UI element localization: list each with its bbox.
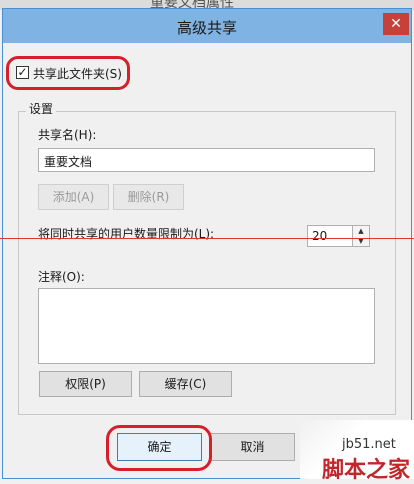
annotation-line (0, 238, 414, 239)
user-limit-spinner[interactable]: ▲ ▼ (352, 225, 370, 247)
annotation-oval-ok (106, 425, 212, 471)
close-icon: ✕ (390, 16, 402, 32)
comment-textarea[interactable] (38, 288, 375, 364)
watermark-site: jb51.net (342, 437, 396, 452)
share-name-value: 重要文档 (44, 155, 93, 169)
watermark-brand: 脚本之家 (322, 458, 411, 483)
user-limit-label: 将同时共享的用户数量限制为(L): (38, 227, 215, 241)
add-button[interactable]: 添加(A) (38, 184, 109, 210)
remove-button[interactable]: 删除(R) (113, 184, 184, 210)
share-name-input[interactable]: 重要文档 (38, 148, 375, 172)
permissions-button[interactable]: 权限(P) (39, 371, 132, 397)
dialog-titlebar: 高级共享 ✕ (3, 9, 411, 43)
dialog-title: 高级共享 (176, 19, 237, 37)
settings-legend: 设置 (26, 100, 57, 117)
user-limit-input[interactable]: 20 (307, 225, 353, 247)
share-name-label: 共享名(H): (38, 128, 97, 142)
comment-label: 注释(O): (38, 270, 85, 284)
close-button[interactable]: ✕ (383, 13, 409, 35)
cache-button[interactable]: 缓存(C) (139, 371, 232, 397)
cancel-button[interactable]: 取消 (210, 433, 295, 461)
annotation-oval-share (6, 56, 130, 90)
user-limit-value: 20 (312, 229, 328, 243)
spin-up-icon[interactable]: ▲ (353, 226, 369, 236)
